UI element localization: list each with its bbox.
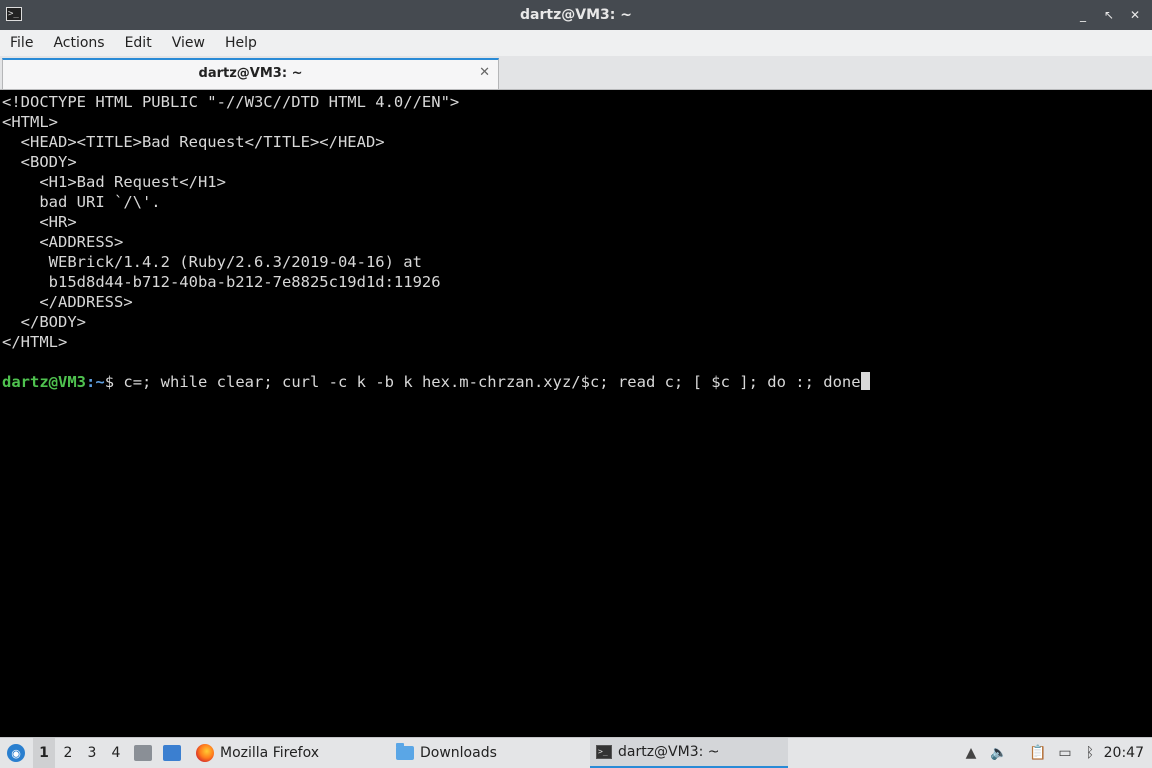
terminal-line: <!DOCTYPE HTML PUBLIC "-//W3C//DTD HTML … (2, 93, 460, 111)
task-label: dartz@VM3: ~ (618, 744, 720, 760)
workspace-3[interactable]: 3 (81, 738, 103, 768)
start-menu-button[interactable]: ◉ (4, 738, 28, 768)
prompt-separator: : (86, 373, 96, 391)
clipboard-icon[interactable]: 📋 (1029, 738, 1046, 768)
task-downloads[interactable]: Downloads (390, 738, 503, 768)
menu-actions[interactable]: Actions (43, 30, 114, 56)
text-cursor (860, 372, 870, 390)
terminal-line: <BODY> (20, 153, 77, 171)
terminal-line: bad URI `/\'. (39, 193, 161, 211)
prompt-path: ~ (95, 373, 105, 391)
taskbar: ◉ 1 2 3 4 Mozilla Firefox Downloads >_ d… (0, 737, 1152, 768)
update-tray-icon[interactable]: ▲ (963, 738, 979, 768)
terminal-line: WEBrick/1.4.2 (Ruby/2.6.3/2019-04-16) at (48, 253, 422, 271)
clock[interactable]: 20:47 (1104, 738, 1144, 768)
task-firefox[interactable]: Mozilla Firefox (190, 738, 325, 768)
terminal-line: </ADDRESS> (39, 293, 133, 311)
volume-icon[interactable]: 🔈 (990, 738, 1007, 768)
tab-bar: dartz@VM3: ~ ✕ (0, 56, 1152, 90)
command-line[interactable]: c=; while clear; curl -c k -b k hex.m-ch… (123, 373, 860, 391)
terminal-line: b15d8d44-b712-40ba-b212-7e8825c19d1d:119… (48, 273, 441, 291)
terminal-line: <HTML> (2, 113, 58, 131)
tab-terminal[interactable]: dartz@VM3: ~ ✕ (2, 58, 499, 89)
terminal-line: <HR> (39, 213, 77, 231)
tab-close-icon[interactable]: ✕ (479, 65, 490, 80)
minimize-button[interactable]: _ (1072, 4, 1094, 26)
close-button[interactable]: ✕ (1124, 4, 1146, 26)
desktop-icon (163, 745, 181, 761)
task-label: Downloads (420, 745, 497, 761)
menu-help[interactable]: Help (215, 30, 267, 56)
window-titlebar[interactable]: >_ dartz@VM3: ~ _ ↖ ✕ (0, 0, 1152, 30)
terminal-line: </BODY> (20, 313, 86, 331)
terminal-output[interactable]: <!DOCTYPE HTML PUBLIC "-//W3C//DTD HTML … (0, 91, 1152, 737)
prompt-symbol: $ (104, 373, 124, 391)
terminal-line: <HEAD><TITLE>Bad Request</TITLE></HEAD> (20, 133, 385, 151)
terminal-text: <!DOCTYPE HTML PUBLIC "-//W3C//DTD HTML … (0, 91, 1152, 392)
terminal-icon: >_ (596, 745, 612, 759)
workspace-2[interactable]: 2 (57, 738, 79, 768)
window-controls: _ ↖ ✕ (1072, 0, 1146, 30)
terminal-output-lines: <!DOCTYPE HTML PUBLIC "-//W3C//DTD HTML … (2, 93, 459, 351)
workspace-1[interactable]: 1 (33, 738, 55, 768)
terminal-line: <H1>Bad Request</H1> (39, 173, 226, 191)
menu-bar: File Actions Edit View Help (0, 30, 1152, 56)
menu-file[interactable]: File (0, 30, 43, 56)
folder-icon (396, 743, 414, 760)
bluetooth-icon[interactable]: ᛒ (1082, 738, 1098, 768)
window-title: dartz@VM3: ~ (520, 7, 632, 23)
menu-view[interactable]: View (162, 30, 215, 56)
menu-edit[interactable]: Edit (115, 30, 162, 56)
tab-label: dartz@VM3: ~ (198, 66, 303, 81)
workspace-4[interactable]: 4 (105, 738, 127, 768)
task-label: Mozilla Firefox (220, 745, 320, 761)
terminal-line: </HTML> (2, 333, 68, 351)
task-terminal[interactable]: >_ dartz@VM3: ~ (590, 738, 788, 768)
app-menu-icon: ◉ (7, 744, 25, 762)
show-desktop-launcher[interactable] (163, 738, 181, 768)
terminal-line: <ADDRESS> (39, 233, 124, 251)
network-icon[interactable]: ▭ (1057, 738, 1073, 768)
maximize-button[interactable]: ↖ (1098, 4, 1120, 26)
firefox-icon (196, 744, 214, 762)
file-manager-launcher[interactable] (134, 738, 152, 768)
file-manager-icon (134, 745, 152, 761)
prompt-user-host: dartz@VM3 (2, 373, 86, 391)
